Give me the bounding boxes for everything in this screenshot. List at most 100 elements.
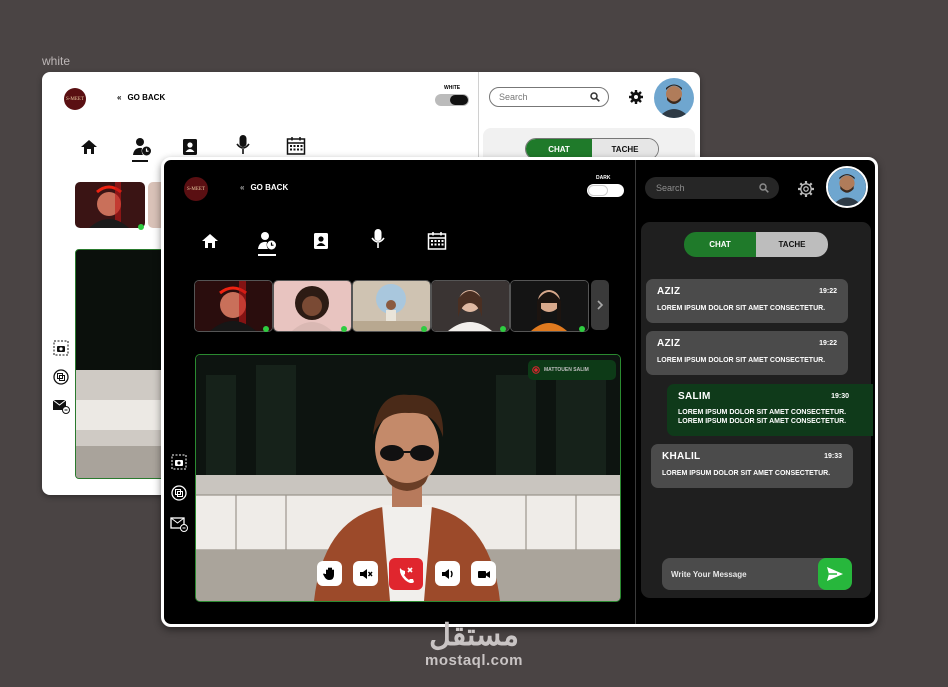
calendar-icon[interactable]	[286, 136, 306, 156]
search-placeholder: Search	[499, 92, 528, 102]
search-placeholder: Search	[656, 183, 685, 193]
volume-button[interactable]	[435, 561, 460, 586]
watermark: مستقل mostaql.com	[0, 619, 948, 670]
theme-caption: white	[42, 54, 71, 68]
user-avatar[interactable]	[654, 78, 694, 118]
home-icon[interactable]	[79, 137, 99, 157]
contacts-icon[interactable]	[180, 137, 200, 157]
copy-icon[interactable]	[170, 484, 188, 502]
go-back-label: GO BACK	[250, 183, 289, 192]
user-clock-icon[interactable]	[132, 137, 152, 157]
calendar-icon[interactable]	[427, 231, 447, 251]
message-author: AZIZ	[657, 286, 681, 297]
mail-share-icon[interactable]	[52, 397, 70, 415]
screenshot-icon[interactable]	[170, 453, 188, 471]
theme-toggle[interactable]	[435, 94, 469, 106]
active-speaker-badge: MATTOUEN SALIM	[528, 360, 616, 380]
online-indicator	[263, 326, 269, 332]
chevron-right-icon	[597, 300, 604, 310]
message-author: KHALIL	[662, 451, 701, 462]
send-icon	[827, 567, 843, 581]
theme-label: DARK	[596, 175, 611, 181]
theme-toggle[interactable]	[587, 184, 624, 197]
chat-message: AZIZ 19:22 LOREM IPSUM DOLOR SIT AMET CO…	[646, 331, 848, 375]
message-time: 19:22	[819, 340, 837, 347]
online-indicator	[500, 326, 506, 332]
raise-hand-button[interactable]	[317, 561, 342, 586]
hand-icon	[322, 567, 334, 580]
tab-chat[interactable]: CHAT	[684, 232, 756, 257]
dark-theme-window: S-MEET « GO BACK DARK MATTOUEN SALIM Sea…	[161, 157, 878, 627]
double-chevron-left-icon: «	[240, 183, 245, 192]
message-input[interactable]: Write Your Message	[662, 558, 852, 590]
theme-label: WHITE	[444, 85, 461, 91]
search-input[interactable]: Search	[489, 87, 609, 107]
go-back-link[interactable]: « GO BACK	[240, 183, 288, 192]
message-time: 19:30	[831, 393, 849, 400]
user-avatar[interactable]	[826, 166, 868, 208]
online-indicator	[421, 326, 427, 332]
end-call-button[interactable]	[389, 558, 423, 590]
online-indicator	[138, 224, 144, 230]
microphone-icon[interactable]	[368, 229, 388, 249]
thumbs-next-button[interactable]	[591, 280, 609, 330]
contacts-icon[interactable]	[311, 231, 331, 251]
go-back-label: GO BACK	[127, 93, 166, 102]
active-nav-underline	[258, 254, 276, 256]
watermark-latin: mostaql.com	[424, 652, 524, 669]
screenshot-icon[interactable]	[52, 339, 70, 357]
home-icon[interactable]	[200, 231, 220, 251]
mute-button[interactable]	[353, 561, 378, 586]
message-author: SALIM	[678, 391, 711, 402]
user-clock-icon[interactable]	[257, 231, 277, 251]
message-time: 19:22	[819, 288, 837, 295]
go-back-link[interactable]: « GO BACK	[117, 93, 165, 102]
camera-button[interactable]	[471, 561, 496, 586]
watermark-arabic: مستقل	[429, 619, 519, 652]
message-text: LOREM IPSUM DOLOR SIT AMET CONSECTETUR.	[657, 305, 826, 312]
tab-tache[interactable]: TACHE	[592, 139, 658, 159]
chat-message-own: SALIM 19:30 LOREM IPSUM DOLOR SIT AMET C…	[667, 384, 873, 436]
participant-thumb[interactable]	[352, 280, 431, 332]
message-placeholder: Write Your Message	[671, 570, 747, 579]
active-speaker-name: MATTOUEN SALIM	[544, 367, 589, 373]
tab-tache[interactable]: TACHE	[756, 232, 828, 257]
message-text: LOREM IPSUM DOLOR SIT AMET CONSECTETUR.	[678, 409, 847, 416]
message-time: 19:33	[824, 453, 842, 460]
tab-chat[interactable]: CHAT	[526, 139, 592, 159]
participant-thumb[interactable]	[273, 280, 352, 332]
search-icon	[759, 183, 769, 193]
search-icon	[590, 92, 600, 102]
participant-thumb[interactable]	[510, 280, 589, 332]
chat-message: KHALIL 19:33 LOREM IPSUM DOLOR SIT AMET …	[651, 444, 853, 488]
mail-share-icon[interactable]	[170, 515, 188, 533]
settings-icon[interactable]	[797, 180, 815, 198]
panel-divider	[635, 160, 636, 624]
participant-thumb[interactable]	[431, 280, 510, 332]
message-text: LOREM IPSUM DOLOR SIT AMET CONSECTETUR.	[678, 418, 847, 425]
camera-icon	[477, 570, 490, 578]
active-nav-underline	[132, 160, 148, 162]
mute-icon	[359, 568, 373, 579]
app-logo: S-MEET	[184, 177, 208, 201]
message-text: LOREM IPSUM DOLOR SIT AMET CONSECTETUR.	[662, 470, 831, 477]
online-indicator	[341, 326, 347, 332]
settings-icon[interactable]	[628, 89, 644, 105]
chat-tabs: CHAT TACHE	[684, 232, 828, 257]
app-logo: S-MEET	[64, 88, 86, 110]
recording-dot-icon	[532, 366, 540, 374]
send-button[interactable]	[818, 558, 852, 590]
microphone-icon[interactable]	[233, 135, 253, 155]
online-indicator	[579, 326, 585, 332]
copy-icon[interactable]	[52, 368, 70, 386]
double-chevron-left-icon: «	[117, 93, 122, 102]
search-input[interactable]: Search	[645, 177, 779, 199]
message-text: LOREM IPSUM DOLOR SIT AMET CONSECTETUR.	[657, 357, 826, 364]
end-call-icon	[399, 567, 414, 583]
participant-thumb[interactable]	[75, 182, 145, 228]
chat-message: AZIZ 19:22 LOREM IPSUM DOLOR SIT AMET CO…	[646, 279, 848, 323]
volume-icon	[441, 568, 453, 579]
main-video-light	[75, 249, 167, 479]
message-author: AZIZ	[657, 338, 681, 349]
participant-thumb[interactable]	[194, 280, 273, 332]
